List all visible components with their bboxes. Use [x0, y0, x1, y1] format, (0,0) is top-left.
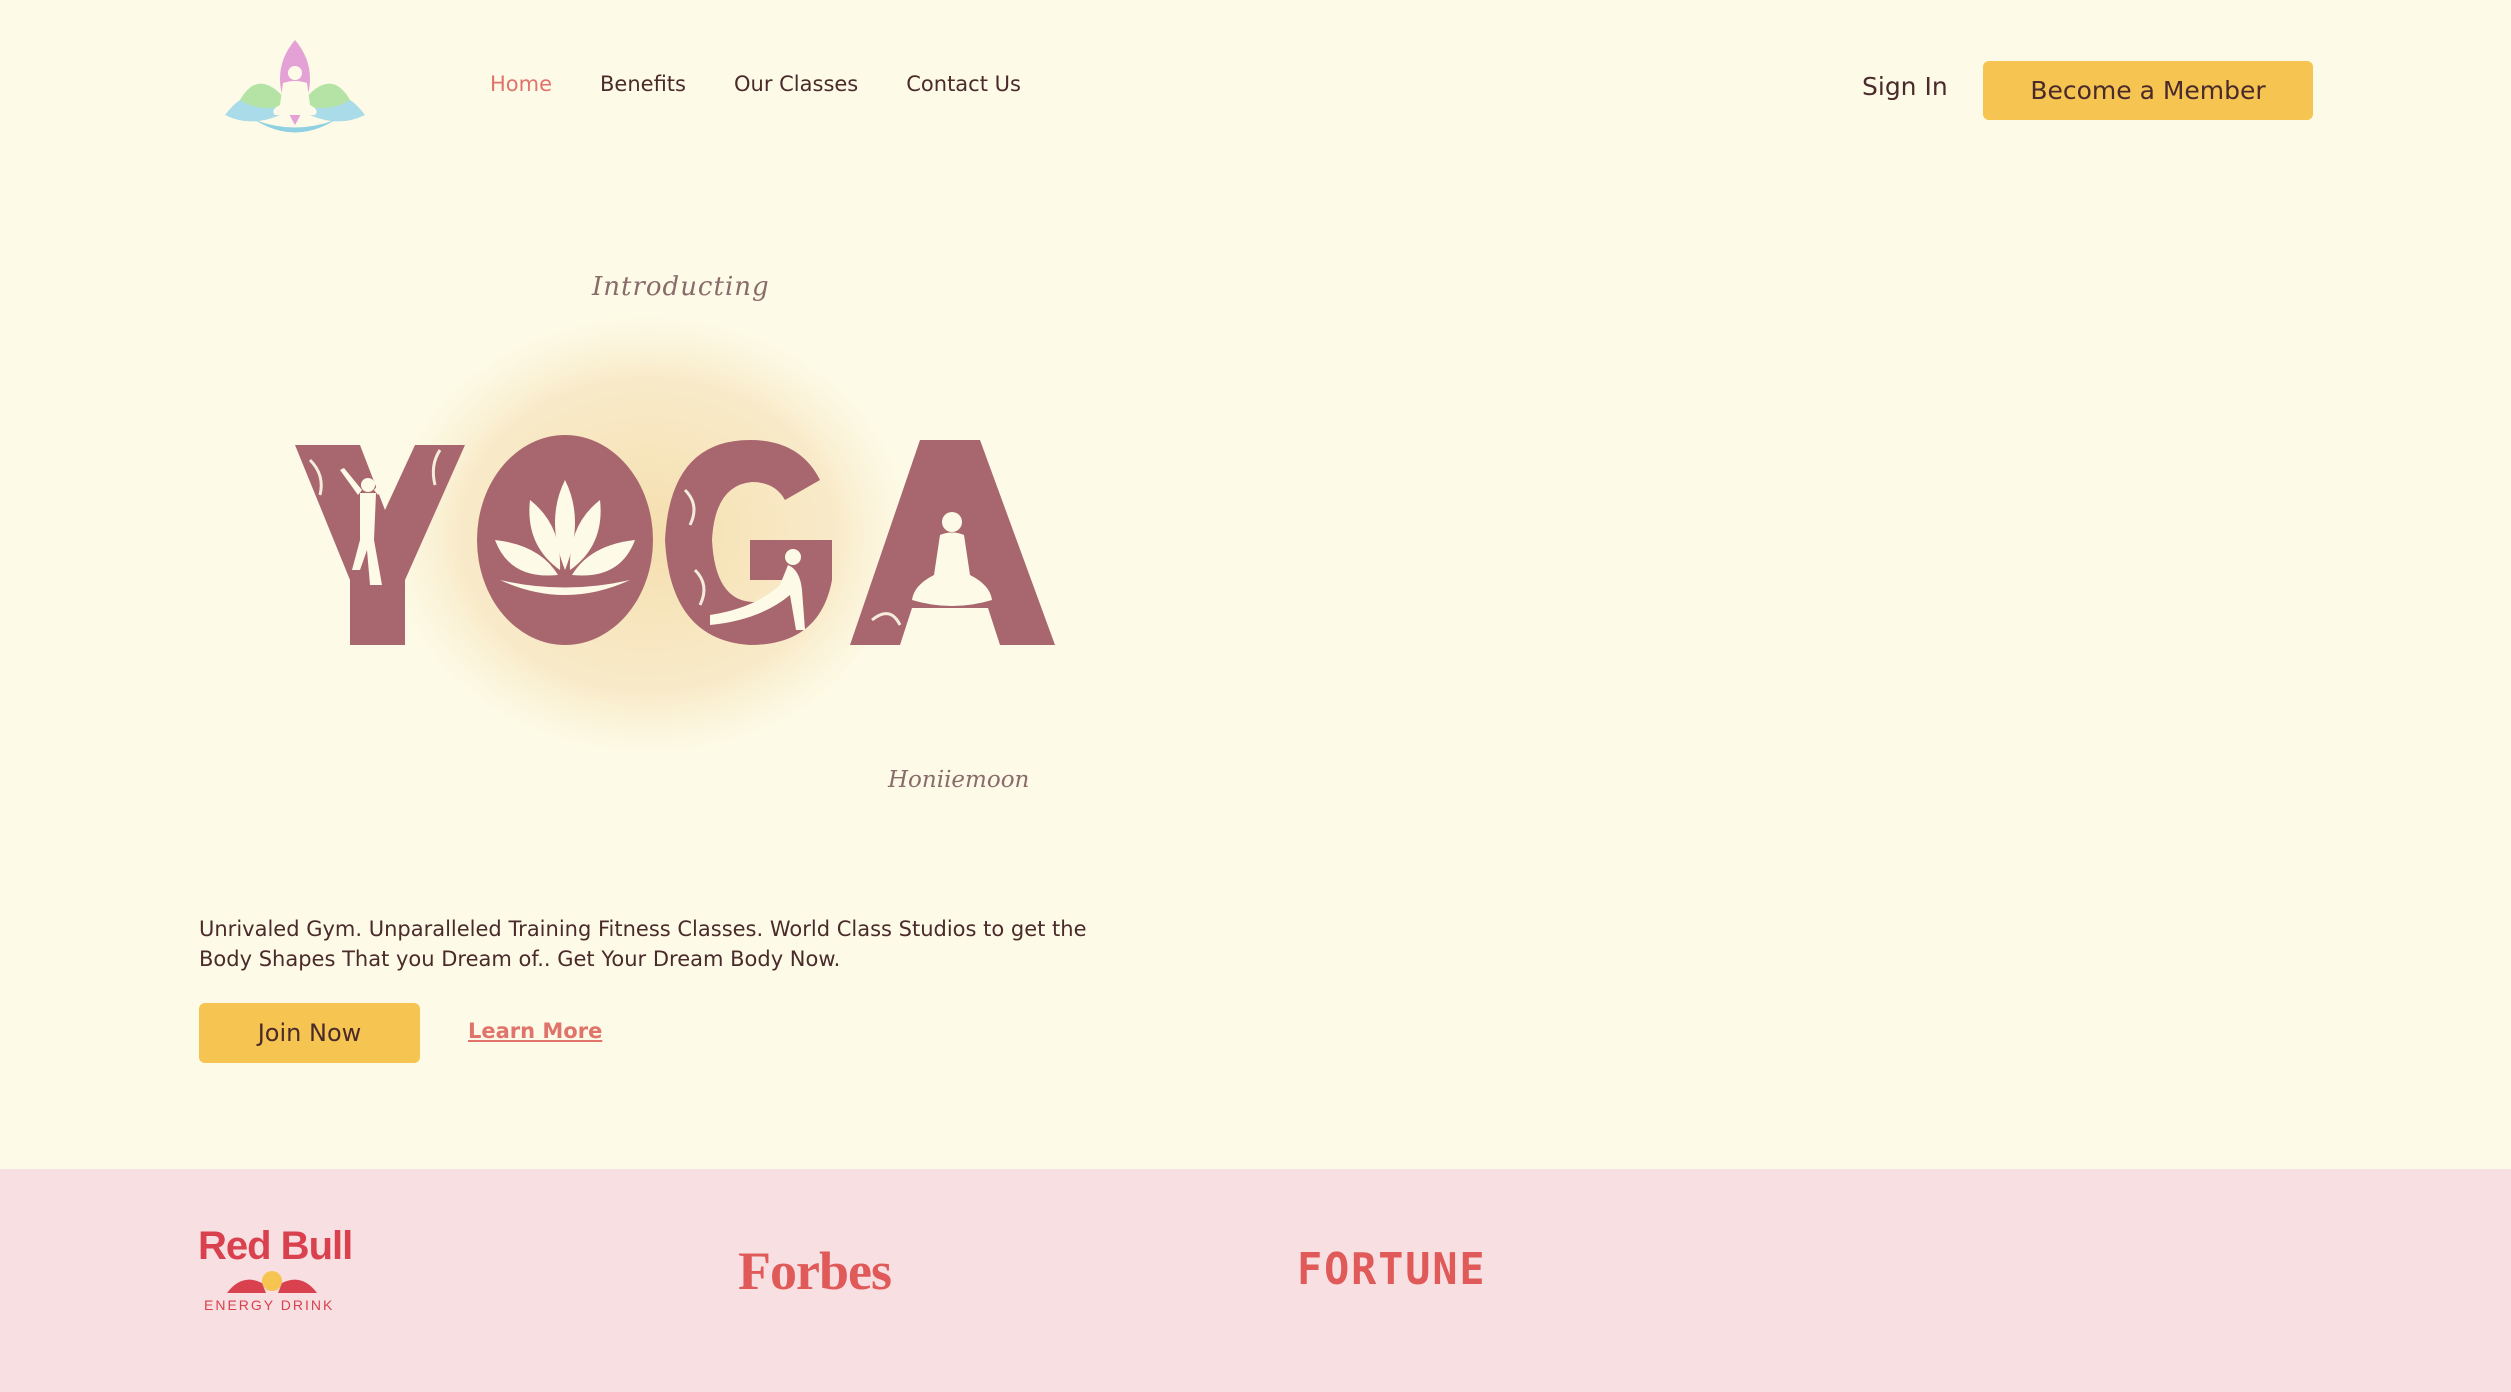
- nav-link-home[interactable]: Home: [490, 72, 552, 96]
- hero-description: Unrivaled Gym. Unparalleled Training Fit…: [199, 917, 1087, 971]
- nav-link-contact-us[interactable]: Contact Us: [906, 72, 1021, 96]
- red-bull-subtitle: ENERGY DRINK: [204, 1297, 335, 1313]
- become-member-button[interactable]: Become a Member: [1983, 61, 2313, 120]
- join-now-button[interactable]: Join Now: [199, 1003, 420, 1063]
- fortune-logo: FORTUNE: [1297, 1244, 1487, 1295]
- yoga-art-signature: Honiiemoon: [888, 767, 1030, 793]
- learn-more-link[interactable]: Learn More: [468, 1019, 602, 1043]
- nav-link-benefits[interactable]: Benefits: [600, 72, 686, 96]
- nav-link-our-classes[interactable]: Our Classes: [734, 72, 858, 96]
- landing-page: Home Benefits Our Classes Contact Us Sig…: [0, 0, 2511, 1392]
- nav-links: Home Benefits Our Classes Contact Us: [490, 72, 1021, 96]
- yoga-hero-illustration: [295, 310, 1055, 760]
- red-bull-logo-icon: [227, 1271, 317, 1293]
- forbes-logo: Forbes: [738, 1241, 892, 1301]
- lotus-meditation-logo-icon[interactable]: [215, 35, 375, 150]
- yoga-art-intro: Introducting: [592, 272, 770, 302]
- partners-band: [0, 1169, 2511, 1392]
- sign-in-link[interactable]: Sign In: [1862, 72, 1948, 101]
- top-navigation: Home Benefits Our Classes Contact Us Sig…: [0, 0, 2511, 180]
- red-bull-logo-text: Red Bull: [198, 1224, 353, 1268]
